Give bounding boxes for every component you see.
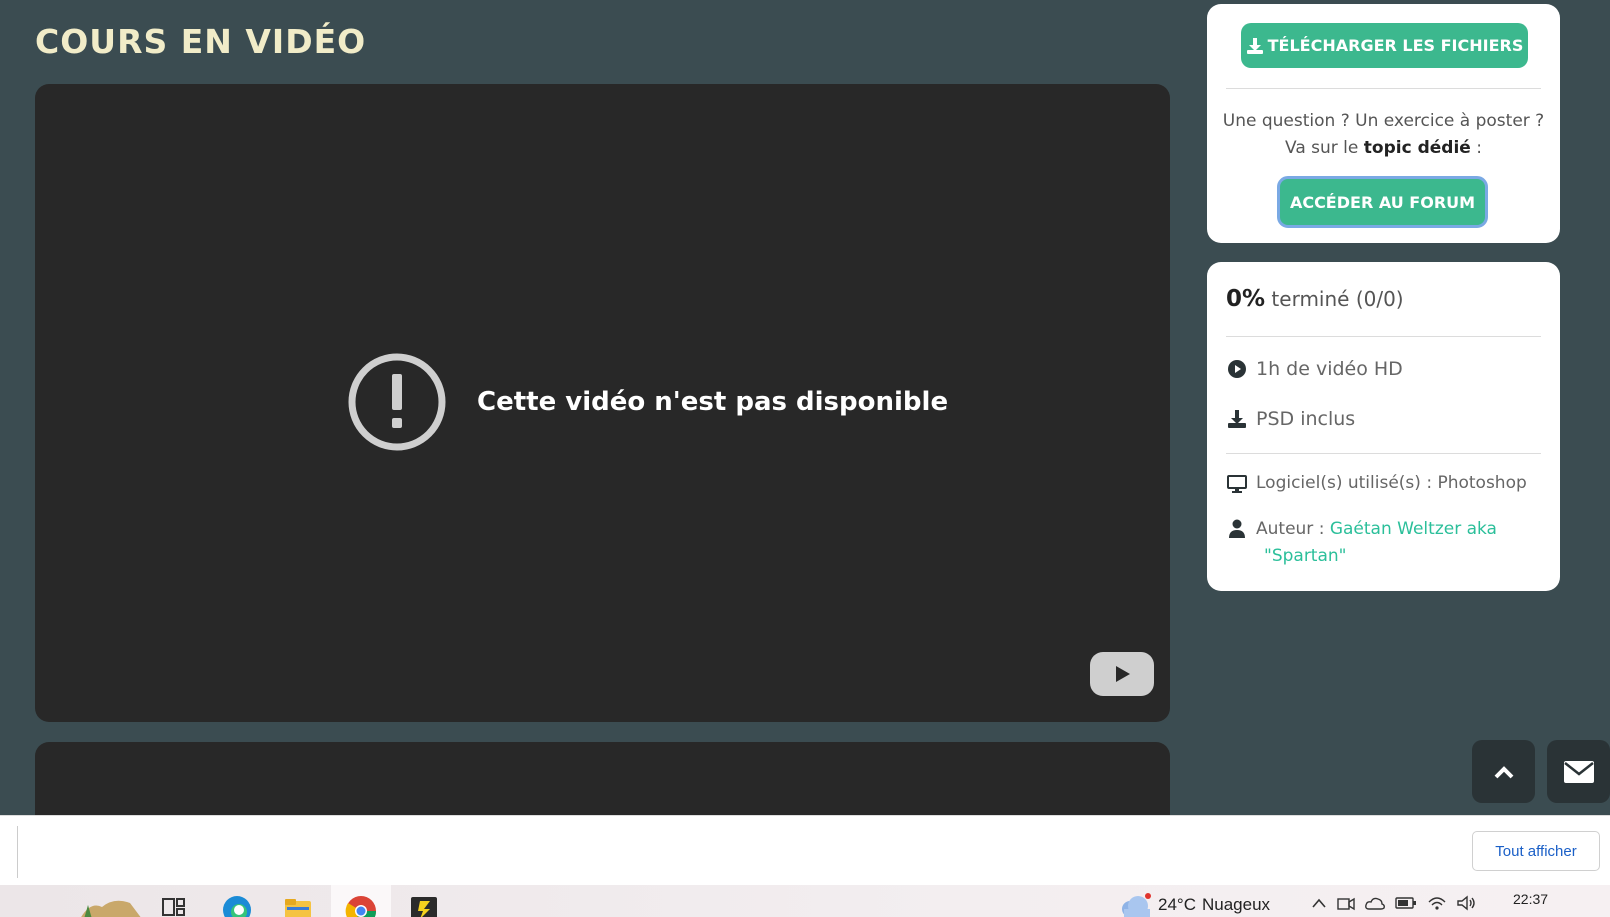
- monitor-icon: [1226, 473, 1248, 495]
- edge-icon[interactable]: [222, 895, 252, 917]
- forum-prompt-suffix: :: [1476, 138, 1482, 158]
- forum-prompt-prefix: Va sur le: [1285, 138, 1359, 158]
- weather-temp: 24°C: [1158, 895, 1196, 914]
- download-bar: Tout afficher: [0, 815, 1610, 885]
- author-link-line2[interactable]: "Spartan": [1264, 543, 1497, 570]
- forum-prompt-bold: topic dédié: [1363, 138, 1471, 158]
- file-explorer-icon[interactable]: [284, 895, 312, 917]
- widgets-icon[interactable]: [80, 895, 142, 917]
- resources-card: TÉLÉCHARGER LES FICHIERS Une question ? …: [1207, 4, 1560, 243]
- feature-video-text: 1h de vidéo HD: [1256, 358, 1403, 380]
- page-title: COURS EN VIDÉO: [35, 22, 367, 61]
- scroll-top-button[interactable]: [1472, 740, 1535, 803]
- volume-icon[interactable]: [1457, 895, 1477, 911]
- show-all-button[interactable]: Tout afficher: [1472, 831, 1600, 871]
- author-block: Auteur : Gaétan Weltzer aka "Spartan": [1256, 516, 1497, 570]
- video-error: Cette vidéo n'est pas disponible: [347, 352, 948, 452]
- onedrive-icon[interactable]: [1365, 896, 1385, 910]
- progress-percent: 0%: [1226, 286, 1266, 312]
- forum-button-label: ACCÉDER AU FORUM: [1289, 192, 1476, 212]
- taskbar: 24°C Nuageux 22:37: [0, 885, 1610, 917]
- download-icon: [1226, 408, 1248, 430]
- video-error-message: Cette vidéo n'est pas disponible: [477, 387, 949, 417]
- youtube-play-icon[interactable]: [1090, 652, 1154, 696]
- alert-circle-icon: [348, 353, 446, 451]
- course-info-card: 0% terminé (0/0) 1h de vidéo HD PSD incl…: [1207, 262, 1560, 591]
- user-icon: [1226, 518, 1248, 540]
- weather-widget[interactable]: 24°C Nuageux: [1118, 893, 1270, 917]
- task-view-icon[interactable]: [162, 895, 186, 917]
- software-text: Logiciel(s) utilisé(s) : Photoshop: [1256, 473, 1527, 493]
- forum-prompt-line2: Va sur le topic dédié :: [1207, 135, 1560, 162]
- divider: [1226, 88, 1541, 89]
- system-tray[interactable]: [1311, 895, 1477, 911]
- forum-button[interactable]: ACCÉDER AU FORUM: [1277, 176, 1488, 228]
- meet-now-icon[interactable]: [1337, 895, 1355, 911]
- author-link[interactable]: Gaétan Weltzer aka: [1330, 519, 1497, 539]
- software-info: Logiciel(s) utilisé(s) : Photoshop: [1226, 470, 1527, 497]
- weather-desc: Nuageux: [1201, 895, 1271, 914]
- envelope-icon: [1563, 760, 1594, 783]
- chevron-up-icon: [1494, 765, 1513, 778]
- video-player[interactable]: Cette vidéo n'est pas disponible: [35, 84, 1170, 722]
- forum-prompt: Une question ? Un exercice à poster ? Va…: [1207, 108, 1560, 162]
- feature-video-hd: 1h de vidéo HD: [1226, 358, 1403, 380]
- divider: [1226, 336, 1541, 337]
- play-circle-icon: [1226, 358, 1248, 380]
- download-files-button[interactable]: TÉLÉCHARGER LES FICHIERS: [1241, 23, 1528, 68]
- forum-prompt-line1: Une question ? Un exercice à poster ?: [1222, 111, 1545, 131]
- author-info: Auteur : Gaétan Weltzer aka "Spartan": [1226, 516, 1497, 570]
- battery-icon[interactable]: [1395, 896, 1417, 910]
- divider: [17, 826, 18, 878]
- contact-button[interactable]: [1547, 740, 1610, 803]
- feature-psd: PSD inclus: [1226, 408, 1355, 430]
- progress-status: 0% terminé (0/0): [1226, 286, 1404, 312]
- clock[interactable]: 22:37: [1513, 891, 1548, 907]
- download-files-label: TÉLÉCHARGER LES FICHIERS: [1267, 36, 1524, 55]
- chrome-icon[interactable]: [345, 895, 377, 917]
- author-label: Auteur :: [1256, 519, 1325, 539]
- cloud-icon: [1122, 893, 1151, 917]
- divider: [1226, 453, 1541, 454]
- download-icon: [1246, 37, 1263, 54]
- app-icon[interactable]: [410, 895, 438, 917]
- progress-label: terminé (0/0): [1271, 287, 1404, 311]
- feature-psd-text: PSD inclus: [1256, 408, 1356, 430]
- wifi-icon[interactable]: [1427, 895, 1447, 911]
- chevron-up-icon[interactable]: [1311, 896, 1327, 910]
